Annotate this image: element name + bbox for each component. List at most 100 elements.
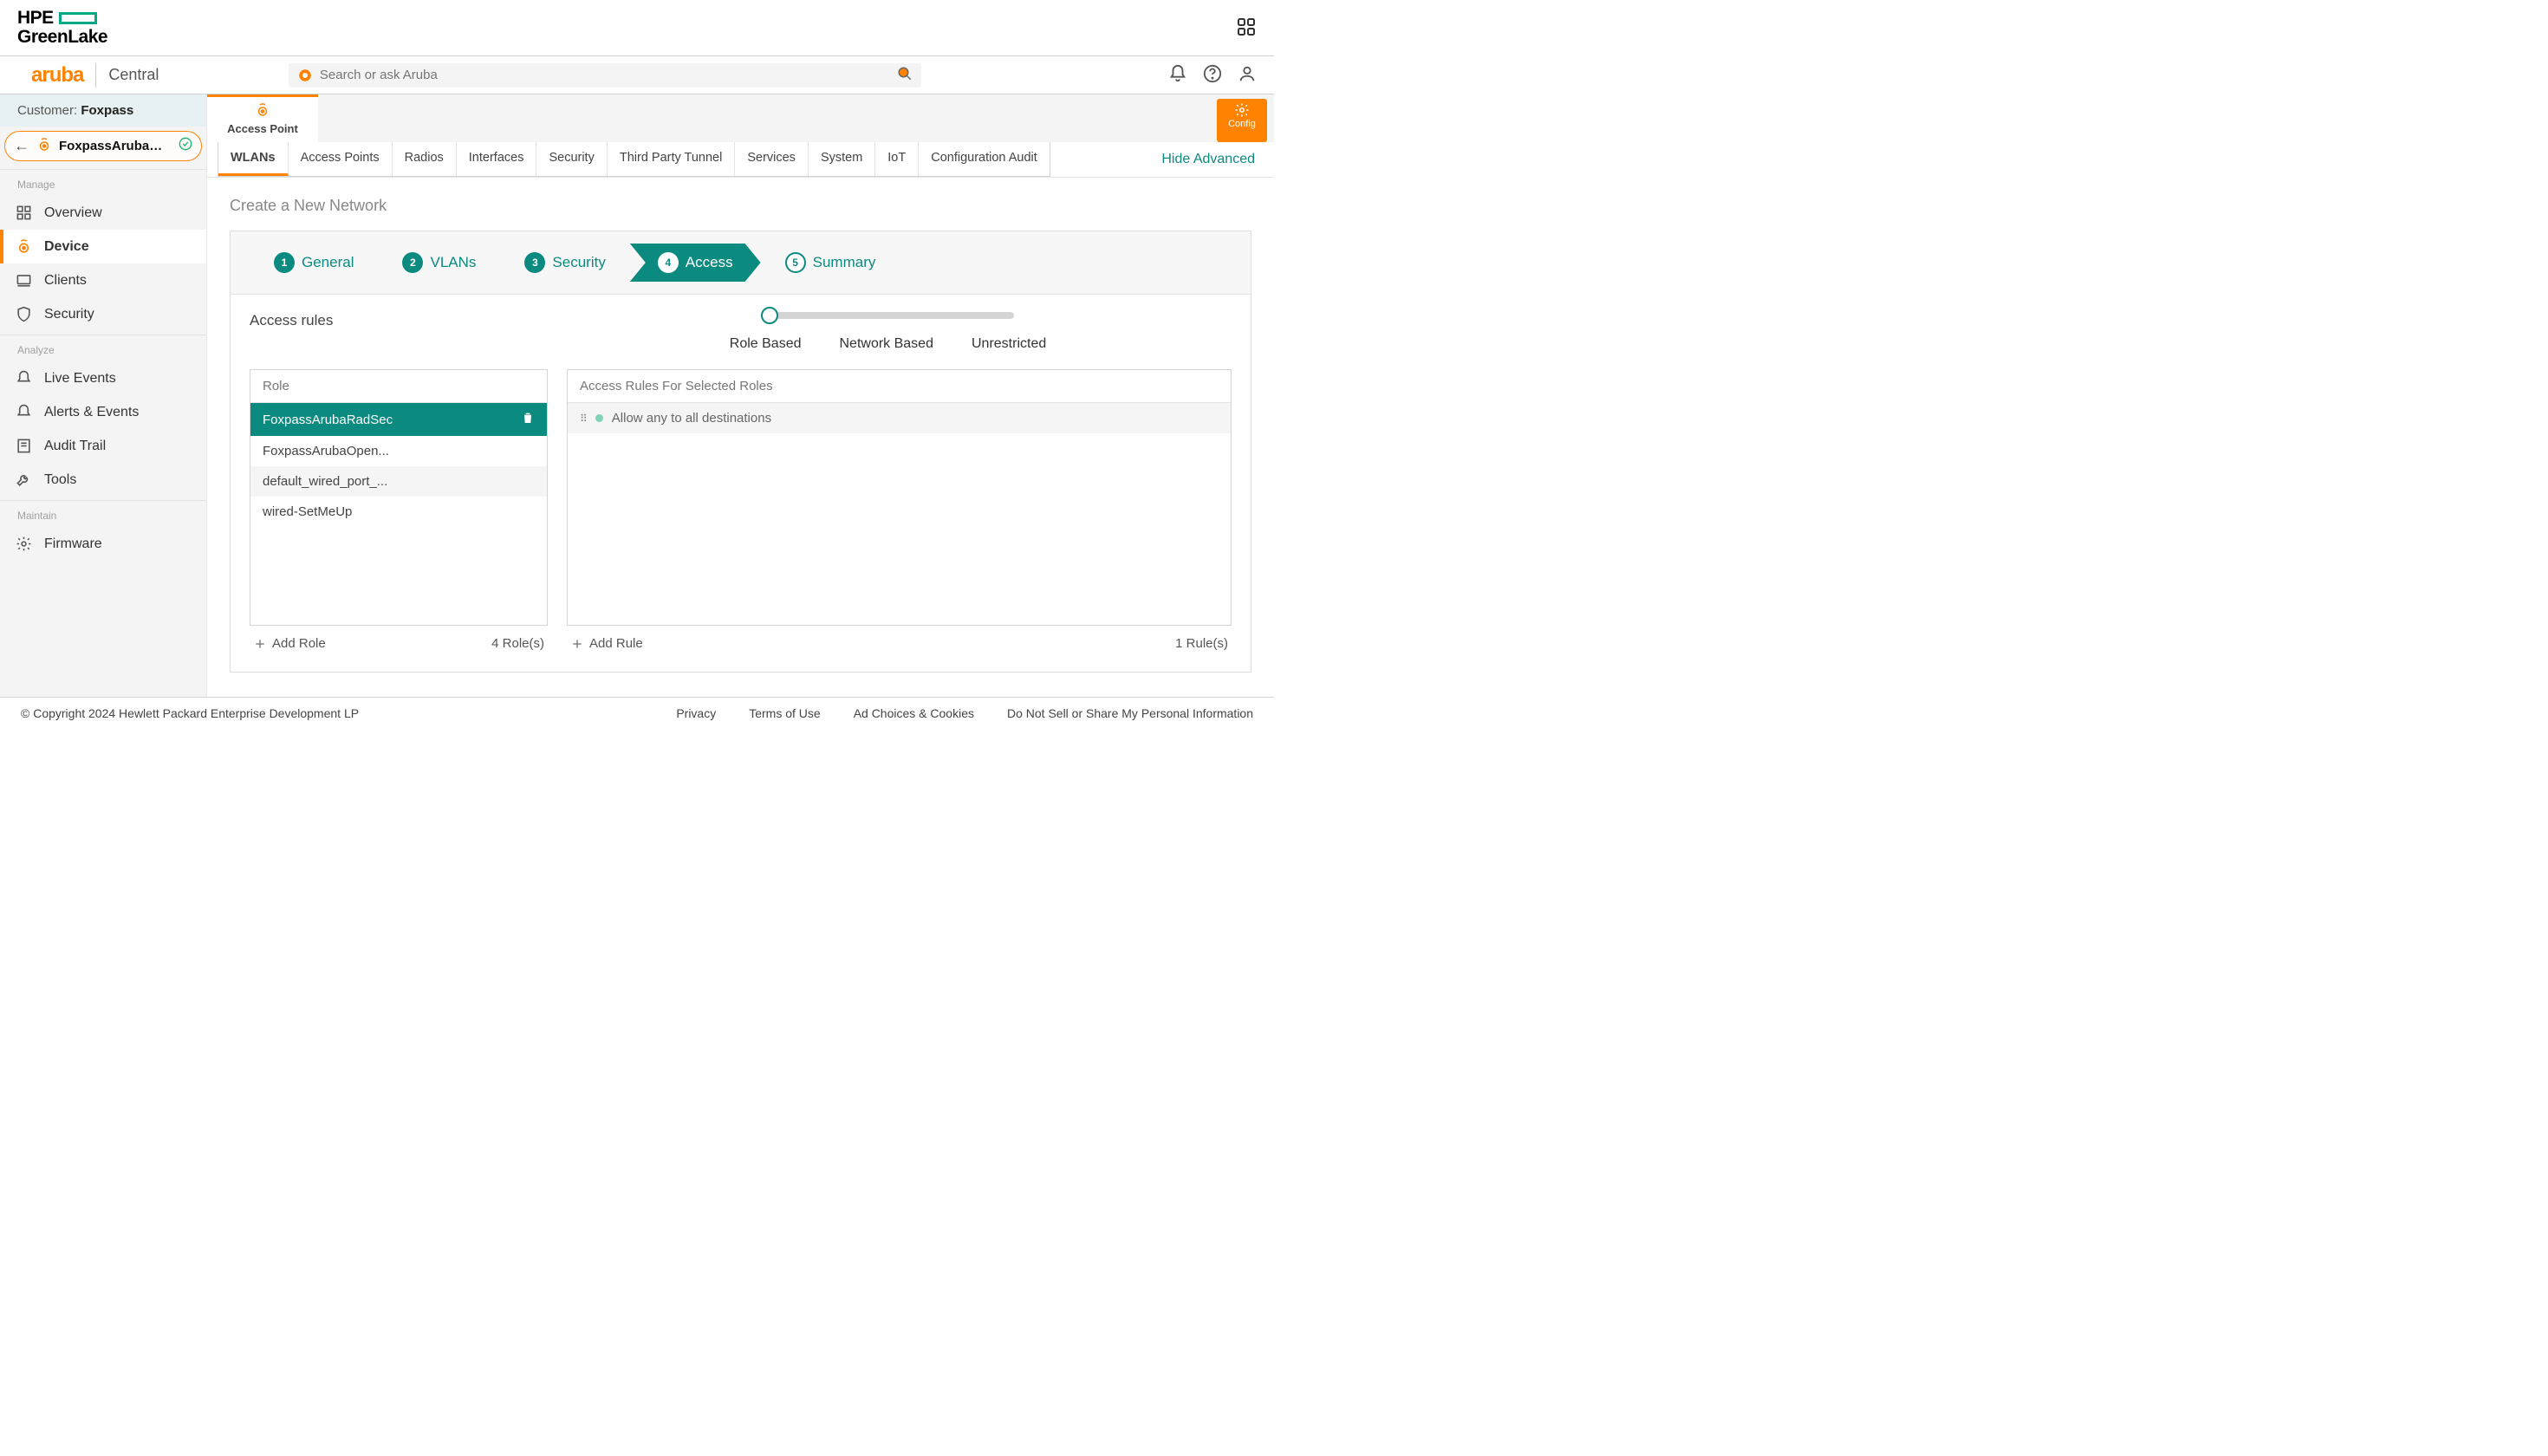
tab-interfaces[interactable]: Interfaces [457,142,537,176]
drag-handle-icon[interactable]: ⠿ [580,413,587,425]
user-icon[interactable] [1238,64,1257,86]
role-name: FoxpassArubaOpen... [263,444,389,458]
search-icon[interactable] [897,66,913,84]
tab-config-audit[interactable]: Configuration Audit [919,142,1050,176]
apps-grid-icon[interactable] [1236,16,1257,40]
rules-panel-footer: Add Rule 1 Rule(s) [567,626,1232,661]
footer-privacy-link[interactable]: Privacy [676,706,716,720]
search-input[interactable] [320,68,890,82]
sidebar-item-label: Alerts & Events [44,405,139,420]
config-button-label: Config [1228,119,1256,129]
roles-panel-footer: Add Role 4 Role(s) [250,626,548,661]
brand-hpe-text: HPE [17,9,54,28]
roles-panel-header: Role [250,370,547,403]
sidebar-item-live-events[interactable]: Live Events [0,361,206,395]
audit-icon [16,438,32,454]
search-brand-icon [297,68,313,83]
sidebar-item-clients[interactable]: Clients [0,263,206,297]
aruba-header: aruba Central [0,56,1274,94]
device-chip-name: FoxpassArubaAP... [59,139,172,153]
wizard-step-access[interactable]: 4Access [630,244,761,282]
sidebar-item-label: Tools [44,472,76,488]
back-arrow-icon[interactable]: ← [14,137,29,155]
roles-panel: Role FoxpassArubaRadSec FoxpassArubaOpen… [250,369,548,626]
nav-section-analyze: Analyze [0,335,206,361]
sidebar-item-label: Device [44,239,89,255]
sidebar-item-label: Audit Trail [44,439,106,454]
tab-system[interactable]: System [809,142,875,176]
sidebar-item-firmware[interactable]: Firmware [0,527,206,561]
sidebar-item-label: Clients [44,273,87,289]
config-button[interactable]: Config [1217,99,1267,142]
sidebar-item-overview[interactable]: Overview [0,196,206,230]
device-icon [16,238,32,255]
page-footer: © Copyright 2024 Hewlett Packard Enterpr… [0,697,1274,728]
rule-status-dot [595,414,603,422]
rules-list: ⠿ Allow any to all destinations [568,403,1231,625]
config-subnav: WLANs Access Points Radios Interfaces Se… [207,142,1274,178]
delete-role-icon[interactable] [521,411,535,428]
slider-labels: Role Based Network Based Unrestricted [544,336,1232,352]
context-tab-access-point[interactable]: Access Point [207,94,318,142]
tab-services[interactable]: Services [735,142,809,176]
wizard-body: Access rules Role Based Network Based Un… [231,295,1251,672]
global-search[interactable] [289,63,921,88]
add-rule-button[interactable]: Add Rule [570,636,643,651]
role-row[interactable]: wired-SetMeUp [250,497,547,527]
shield-icon [16,306,32,322]
tab-radios[interactable]: Radios [393,142,457,176]
help-icon[interactable] [1203,64,1222,86]
slider-thumb[interactable] [761,307,778,324]
customer-name: Foxpass [81,103,133,118]
copyright-text: © Copyright 2024 Hewlett Packard Enterpr… [21,706,359,720]
tab-wlans[interactable]: WLANs [218,142,289,176]
wizard-box: 1General 2VLANs 3Security 4Access 5Summa… [230,231,1251,673]
add-role-button[interactable]: Add Role [253,636,326,651]
tools-icon [16,471,32,488]
device-context-chip[interactable]: ← FoxpassArubaAP... [4,131,202,161]
slider-track[interactable] [763,312,1014,319]
slider-label-network: Network Based [839,336,933,352]
header-actions [1168,64,1257,86]
tab-iot[interactable]: IoT [875,142,919,176]
wizard-area: Create a New Network 1General 2VLANs 3Se… [207,178,1274,697]
wizard-steps: 1General 2VLANs 3Security 4Access 5Summa… [231,231,1251,295]
nav-section-manage: Manage [0,169,206,196]
rule-row[interactable]: ⠿ Allow any to all destinations [568,403,1231,433]
overview-icon [16,205,32,221]
sidebar-item-audit[interactable]: Audit Trail [0,429,206,463]
tab-access-points[interactable]: Access Points [289,142,393,176]
aruba-logo: aruba [31,63,83,88]
wizard-step-general[interactable]: 1General [250,252,378,273]
slider-label-role: Role Based [730,336,802,352]
sidebar-item-device[interactable]: Device [0,230,206,263]
sidebar-item-label: Overview [44,205,102,221]
nav-section-maintain: Maintain [0,500,206,527]
footer-terms-link[interactable]: Terms of Use [749,706,820,720]
footer-ads-link[interactable]: Ad Choices & Cookies [854,706,974,720]
role-row[interactable]: FoxpassArubaRadSec [250,403,547,436]
sidebar-item-label: Security [44,307,94,322]
hide-advanced-link[interactable]: Hide Advanced [1161,152,1264,167]
customer-selector[interactable]: Customer: Foxpass [0,94,206,127]
sidebar-item-tools[interactable]: Tools [0,463,206,497]
wizard-step-security[interactable]: 3Security [500,252,629,273]
access-rules-header: Access rules Role Based Network Based Un… [250,312,1232,352]
access-mode-slider[interactable]: Role Based Network Based Unrestricted [544,312,1232,352]
role-name: default_wired_port_... [263,474,387,489]
sidebar-item-alerts[interactable]: Alerts & Events [0,395,206,429]
sidebar-item-label: Live Events [44,371,116,387]
notifications-icon[interactable] [1168,64,1187,86]
gear-icon [1234,102,1250,118]
wizard-step-vlans[interactable]: 2VLANs [378,252,500,273]
brand-greenlake-text: GreenLake [17,28,107,47]
footer-do-not-sell-link[interactable]: Do Not Sell or Share My Personal Informa… [1007,706,1253,720]
tab-security[interactable]: Security [536,142,607,176]
sidebar-item-security[interactable]: Security [0,297,206,331]
role-row[interactable]: default_wired_port_... [250,466,547,497]
context-tab-label: Access Point [227,122,298,135]
tab-third-party-tunnel[interactable]: Third Party Tunnel [608,142,735,176]
wizard-step-summary[interactable]: 5Summary [761,252,900,273]
role-row[interactable]: FoxpassArubaOpen... [250,436,547,466]
status-ok-icon [179,137,192,155]
